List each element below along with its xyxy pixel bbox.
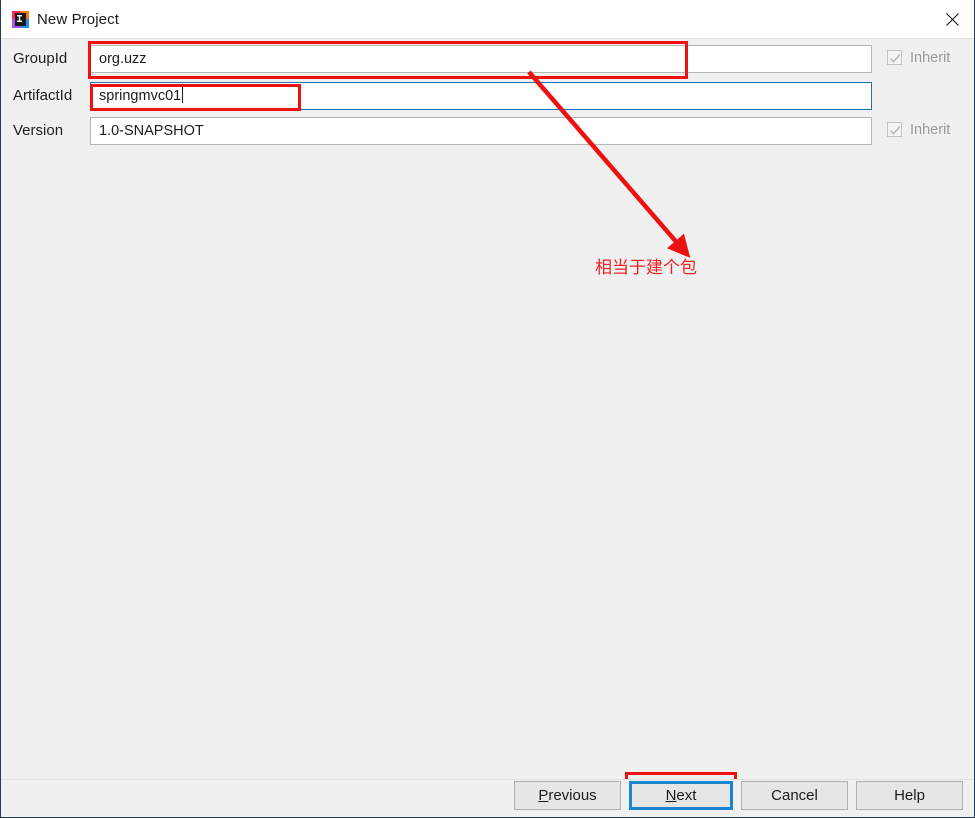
project-coordinates-form: GroupId org.uzz ArtifactId springmvc01 V… — [1, 39, 974, 779]
inherit-label: Inherit — [910, 122, 951, 138]
version-label: Version — [13, 122, 64, 139]
title-bar: New Project — [1, 0, 974, 39]
intellij-idea-icon — [12, 11, 29, 28]
previous-label-rest: revious — [548, 787, 597, 804]
window-title: New Project — [37, 11, 119, 28]
previous-mnemonic: P — [538, 787, 549, 804]
new-project-dialog: New Project GroupId org.uzz ArtifactId s… — [0, 0, 975, 818]
help-button[interactable]: Help — [856, 781, 963, 810]
groupid-value: org.uzz — [99, 51, 147, 67]
checkmark-icon — [889, 53, 901, 63]
next-label-rest: ext — [676, 787, 697, 804]
annotation-note: 相当于建个包 — [595, 258, 697, 277]
checkbox-box — [887, 50, 902, 65]
artifactid-input[interactable]: springmvc01 — [90, 82, 872, 110]
next-mnemonic: N — [665, 787, 677, 804]
artifactid-label: ArtifactId — [13, 87, 73, 104]
cancel-button[interactable]: Cancel — [741, 781, 848, 810]
previous-button[interactable]: Previous — [514, 781, 621, 810]
artifactid-value: springmvc01 — [99, 88, 182, 104]
groupid-label: GroupId — [13, 50, 68, 67]
version-input[interactable]: 1.0-SNAPSHOT — [90, 117, 872, 145]
checkmark-icon — [889, 125, 901, 135]
groupid-input[interactable]: org.uzz — [90, 45, 872, 73]
version-value: 1.0-SNAPSHOT — [99, 123, 204, 139]
next-button[interactable]: Next — [629, 781, 733, 810]
dialog-button-bar: Previous Next Cancel Help — [1, 779, 974, 817]
inherit-label: Inherit — [910, 50, 951, 66]
checkbox-box — [887, 122, 902, 137]
close-icon[interactable] — [930, 0, 974, 38]
text-caret — [182, 86, 184, 103]
